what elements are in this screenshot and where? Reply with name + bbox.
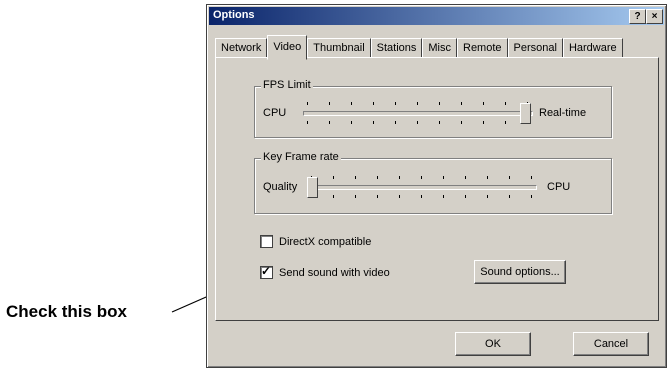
keyframe-left-label: Quality <box>263 181 298 193</box>
send-sound-check-mark: ✓ <box>261 264 272 278</box>
fps-slider-tick-top <box>483 102 484 105</box>
tab-network[interactable]: Network <box>215 38 268 58</box>
fps-slider-tick-top <box>395 102 396 105</box>
directx-checkbox-row[interactable]: DirectX compatible <box>260 235 371 248</box>
keyframe-slider-tick-top <box>443 176 444 179</box>
ok-button[interactable]: OK <box>455 332 531 356</box>
send-sound-label[interactable]: Send sound with video <box>279 267 390 279</box>
keyframe-slider-track[interactable] <box>307 185 537 190</box>
fps-slider-tick-bottom <box>439 121 440 124</box>
keyframe-slider-tick-bottom <box>333 195 334 198</box>
tab-hardware[interactable]: Hardware <box>562 38 623 58</box>
fps-slider-tick-top <box>351 102 352 105</box>
help-button[interactable]: ? <box>629 9 646 24</box>
send-sound-checkbox-row[interactable]: ✓ Send sound with video <box>260 264 390 279</box>
video-tab-panel: FPS Limit CPU Real-time Key Frame rate Q… <box>215 57 659 321</box>
fps-slider[interactable] <box>303 95 533 129</box>
tab-personal[interactable]: Personal <box>507 38 563 58</box>
fps-slider-thumb[interactable] <box>520 103 531 124</box>
keyframe-slider-tick-bottom <box>377 195 378 198</box>
keyframe-slider-tick-top <box>487 176 488 179</box>
fps-slider-tick-top <box>505 102 506 105</box>
keyframe-slider-tick-bottom <box>443 195 444 198</box>
keyframe-slider[interactable] <box>307 169 537 203</box>
fps-slider-track[interactable] <box>303 111 533 116</box>
fps-slider-tick-bottom <box>373 121 374 124</box>
fps-slider-tick-top <box>439 102 440 105</box>
fps-left-label: CPU <box>263 107 287 119</box>
tab-remote[interactable]: Remote <box>457 38 508 58</box>
keyframe-slider-tick-top <box>399 176 400 179</box>
fps-slider-tick-top <box>373 102 374 105</box>
fps-slider-tick-top <box>329 102 330 105</box>
keyframe-slider-tick-bottom <box>355 195 356 198</box>
window-title: Options <box>213 9 255 21</box>
keyframe-slider-tick-top <box>509 176 510 179</box>
fps-limit-group: FPS Limit CPU Real-time <box>254 79 612 138</box>
tab-thumbnail[interactable]: Thumbnail <box>307 38 371 58</box>
fps-limit-title: FPS Limit <box>261 79 313 91</box>
fps-slider-tick-top <box>417 102 418 105</box>
tab-misc[interactable]: Misc <box>422 38 457 58</box>
keyframe-slider-tick-top <box>355 176 356 179</box>
fps-slider-tick-top <box>307 102 308 105</box>
keyframe-slider-tick-bottom <box>421 195 422 198</box>
keyframe-slider-tick-top <box>531 176 532 179</box>
fps-slider-tick-bottom <box>505 121 506 124</box>
title-bar: Options ? × <box>209 7 664 25</box>
fps-slider-tick-bottom <box>395 121 396 124</box>
fps-slider-tick-bottom <box>351 121 352 124</box>
keyframe-slider-tick-top <box>421 176 422 179</box>
keyframe-slider-tick-bottom <box>509 195 510 198</box>
tab-stations[interactable]: Stations <box>370 38 423 58</box>
keyframe-slider-tick-bottom <box>465 195 466 198</box>
keyframe-slider-tick-top <box>465 176 466 179</box>
keyframe-slider-tick-top <box>333 176 334 179</box>
fps-slider-tick-top <box>461 102 462 105</box>
keyframe-right-label: CPU <box>547 181 571 193</box>
keyframe-slider-tick-bottom <box>399 195 400 198</box>
fps-slider-tick-bottom <box>461 121 462 124</box>
key-frame-rate-group: Key Frame rate Quality CPU <box>254 151 612 214</box>
fps-slider-tick-bottom <box>483 121 484 124</box>
key-frame-rate-title: Key Frame rate <box>261 151 341 163</box>
directx-checkbox[interactable] <box>260 235 273 248</box>
tab-video[interactable]: Video <box>267 35 308 60</box>
cancel-button[interactable]: Cancel <box>573 332 649 356</box>
fps-slider-tick-bottom <box>307 121 308 124</box>
keyframe-slider-thumb[interactable] <box>307 177 318 198</box>
tab-strip: Network Video Thumbnail Stations Misc Re… <box>215 35 623 60</box>
fps-slider-tick-bottom <box>329 121 330 124</box>
close-button[interactable]: × <box>646 9 663 24</box>
keyframe-slider-tick-top <box>377 176 378 179</box>
sound-options-button[interactable]: Sound options... <box>474 260 566 284</box>
send-sound-checkbox[interactable]: ✓ <box>260 264 273 279</box>
keyframe-slider-tick-bottom <box>531 195 532 198</box>
directx-label[interactable]: DirectX compatible <box>279 236 371 248</box>
annotation-label: Check this box <box>6 302 127 321</box>
keyframe-slider-tick-bottom <box>487 195 488 198</box>
options-dialog: Options ? × Network Video Thumbnail Stat… <box>206 4 667 368</box>
fps-slider-tick-bottom <box>417 121 418 124</box>
fps-right-label: Real-time <box>539 107 587 119</box>
